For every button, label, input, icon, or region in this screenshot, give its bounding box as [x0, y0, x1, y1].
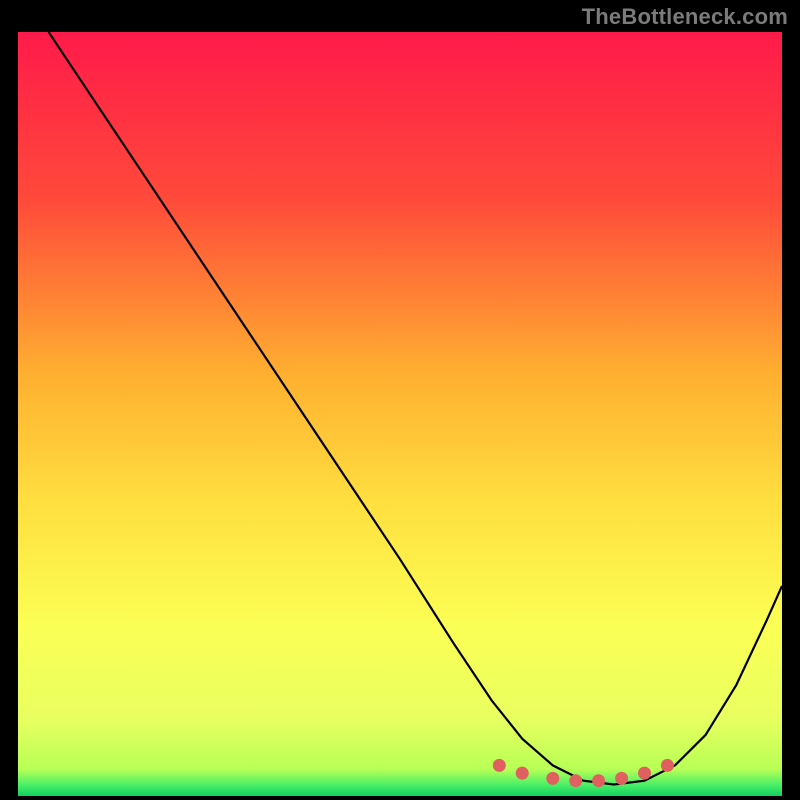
marker-dot — [592, 774, 605, 787]
marker-dot — [638, 767, 651, 780]
marker-dot — [661, 759, 674, 772]
marker-dot — [516, 767, 529, 780]
marker-dot — [546, 772, 559, 785]
gradient-backdrop — [18, 32, 782, 796]
marker-dot — [569, 774, 582, 787]
marker-dot — [615, 772, 628, 785]
watermark-text: TheBottleneck.com — [582, 4, 788, 30]
chart-frame — [18, 32, 782, 796]
marker-dot — [493, 759, 506, 772]
bottleneck-chart — [18, 32, 782, 796]
